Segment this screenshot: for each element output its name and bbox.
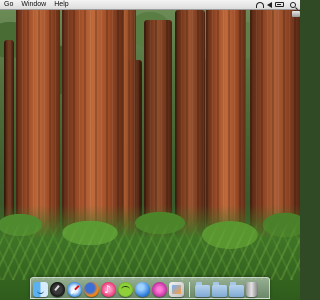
desktop-wallpaper bbox=[0, 0, 300, 300]
dock-items bbox=[33, 279, 257, 297]
redwood-trunk bbox=[16, 0, 60, 240]
redwood-trunk bbox=[206, 0, 246, 240]
spotlight-icon[interactable] bbox=[290, 1, 296, 8]
menu-window[interactable]: Window bbox=[17, 0, 50, 10]
hard-drive-icon[interactable] bbox=[292, 11, 300, 17]
ichat-icon[interactable] bbox=[135, 282, 150, 297]
safari-icon[interactable] bbox=[67, 282, 82, 297]
dock-separator bbox=[189, 282, 190, 297]
volume-icon[interactable] bbox=[267, 1, 272, 8]
dashboard-icon[interactable] bbox=[50, 282, 65, 297]
finder-icon[interactable] bbox=[33, 282, 48, 297]
fern-fronds bbox=[0, 220, 300, 280]
menu-extras bbox=[256, 1, 300, 8]
trash-icon[interactable] bbox=[246, 282, 257, 297]
menu-help[interactable]: Help bbox=[50, 0, 72, 10]
mail-icon[interactable] bbox=[152, 282, 167, 297]
spotify-icon[interactable] bbox=[118, 282, 133, 297]
photos-icon[interactable] bbox=[169, 282, 184, 297]
applications-folder-icon[interactable] bbox=[195, 282, 210, 297]
redwood-trunk bbox=[62, 0, 124, 240]
menu-bar: Go Window Help bbox=[0, 0, 300, 10]
menu-go[interactable]: Go bbox=[0, 0, 17, 10]
itunes-icon[interactable] bbox=[101, 282, 116, 297]
wifi-icon[interactable] bbox=[256, 1, 264, 8]
downloads-folder-icon[interactable] bbox=[229, 282, 244, 297]
redwood-trunk bbox=[250, 0, 300, 240]
firefox-icon[interactable] bbox=[84, 282, 99, 297]
documents-folder-icon[interactable] bbox=[212, 282, 227, 297]
battery-icon[interactable] bbox=[275, 2, 284, 7]
